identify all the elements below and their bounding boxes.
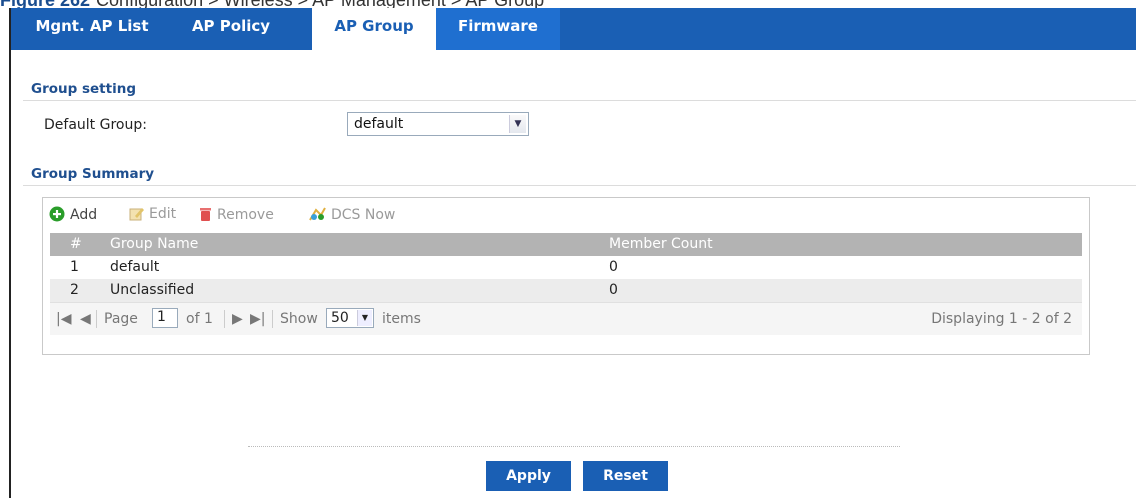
edit-label: Edit: [149, 206, 177, 222]
row-index: 2: [70, 282, 79, 298]
edit-button[interactable]: Edit: [129, 206, 176, 222]
add-button[interactable]: Add: [49, 206, 97, 223]
apply-button[interactable]: Apply: [486, 461, 571, 491]
default-group-value: default: [354, 116, 404, 132]
page-size-select[interactable]: 50 ▼: [326, 308, 374, 328]
row-index: 1: [70, 259, 79, 275]
table-row[interactable]: 1 default 0: [50, 256, 1082, 279]
add-label: Add: [70, 207, 98, 223]
items-label: items: [382, 311, 421, 327]
tab-firmware[interactable]: Firmware: [436, 8, 560, 50]
column-header-group-name[interactable]: Group Name: [110, 236, 198, 252]
pagination-bar: |◀ ◀ Page 1 of 1 ▶ ▶| Show 50 ▼ items Di…: [50, 302, 1082, 335]
reset-button[interactable]: Reset: [583, 461, 668, 491]
row-group-name: Unclassified: [110, 282, 195, 298]
section-divider: [23, 100, 1136, 101]
pager-separator: [272, 310, 273, 328]
page-size-value: 50: [331, 310, 349, 326]
default-group-label: Default Group:: [44, 117, 147, 133]
group-summary-title: Group Summary: [31, 166, 155, 182]
table-row[interactable]: 2 Unclassified 0: [50, 279, 1082, 302]
pager-separator: [96, 310, 97, 328]
next-page-icon[interactable]: ▶: [232, 311, 243, 327]
prev-page-icon[interactable]: ◀: [80, 311, 91, 327]
figure-caption: Figure 262 Configuration > Wireless > AP …: [0, 0, 544, 10]
row-member-count: 0: [609, 282, 618, 298]
trash-icon: [200, 208, 211, 221]
page-number-input[interactable]: 1: [152, 308, 178, 328]
chevron-down-icon[interactable]: ▼: [509, 115, 526, 133]
edit-icon: [129, 208, 144, 221]
column-header-member-count[interactable]: Member Count: [609, 236, 713, 252]
default-group-select[interactable]: default ▼: [347, 112, 529, 136]
group-setting-title: Group setting: [31, 81, 136, 97]
dcs-icon: [309, 207, 326, 221]
tab-ap-group[interactable]: AP Group: [312, 8, 436, 50]
group-summary-table: Add Edit Remove DCS Now # Group Name Mem…: [42, 197, 1090, 355]
tab-bar: Mgnt. AP List AP Policy AP Group Firmwar…: [11, 8, 1136, 50]
add-icon: [49, 206, 65, 222]
chevron-down-icon[interactable]: ▼: [357, 310, 372, 326]
tab-mgnt-ap-list[interactable]: Mgnt. AP List: [25, 8, 159, 50]
section-divider: [23, 185, 1136, 186]
last-page-icon[interactable]: ▶|: [250, 311, 265, 327]
tab-ap-policy[interactable]: AP Policy: [181, 8, 281, 50]
table-header: # Group Name Member Count: [50, 233, 1082, 256]
pager-separator: [224, 310, 225, 328]
dcs-now-button[interactable]: DCS Now: [308, 206, 395, 223]
dcs-now-label: DCS Now: [331, 207, 396, 223]
show-label: Show: [280, 311, 318, 327]
remove-label: Remove: [217, 207, 274, 223]
page-label: Page: [104, 311, 138, 327]
displaying-count: Displaying 1 - 2 of 2: [931, 311, 1072, 327]
page-of-label: of 1: [186, 311, 213, 327]
remove-button[interactable]: Remove: [199, 206, 274, 223]
ap-group-window: Mgnt. AP List AP Policy AP Group Firmwar…: [9, 8, 1136, 498]
column-header-index[interactable]: #: [70, 236, 82, 252]
divider: [248, 446, 900, 447]
row-member-count: 0: [609, 259, 618, 275]
row-group-name: default: [110, 259, 160, 275]
first-page-icon[interactable]: |◀: [56, 311, 71, 327]
